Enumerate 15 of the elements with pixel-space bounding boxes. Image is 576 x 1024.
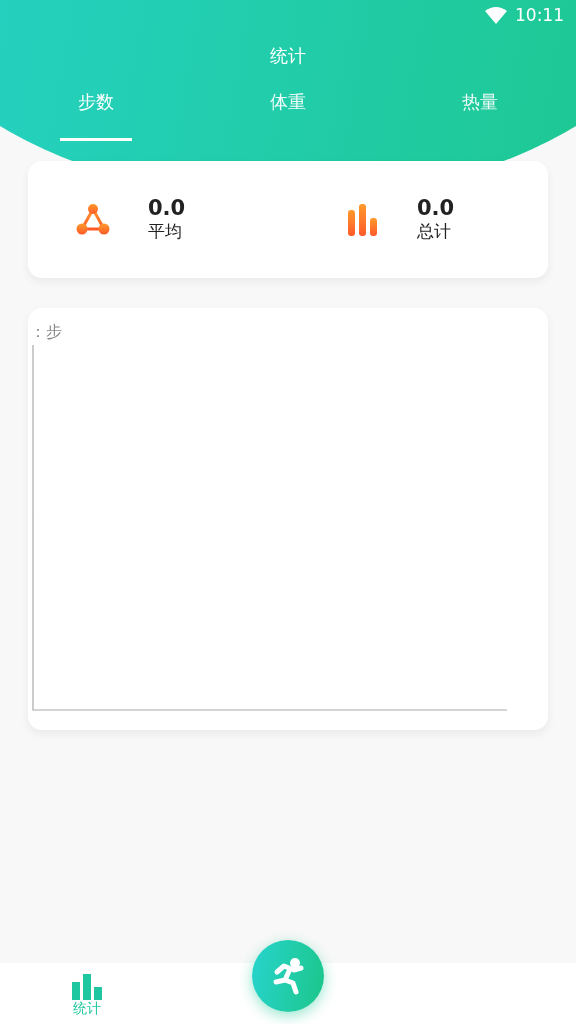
- unit-label: ：步: [30, 322, 62, 343]
- page-title: 统计: [270, 45, 306, 66]
- stat-value: 0.0: [417, 196, 455, 220]
- tab[interactable]: 热量: [384, 82, 576, 141]
- run-button[interactable]: [252, 940, 324, 1012]
- bar-chart-icon: [72, 974, 102, 1000]
- tab[interactable]: 体重: [192, 82, 384, 141]
- triangle-nodes-icon: [76, 202, 110, 237]
- stat-value: 0.0: [148, 196, 186, 220]
- stat-label: 总计: [417, 220, 452, 243]
- status-time: 10:11: [515, 5, 564, 25]
- wifi-icon: [485, 6, 507, 24]
- bar-chart-icon: [347, 202, 379, 237]
- stat-label: 平均: [148, 220, 183, 243]
- tab[interactable]: 步数: [0, 82, 192, 141]
